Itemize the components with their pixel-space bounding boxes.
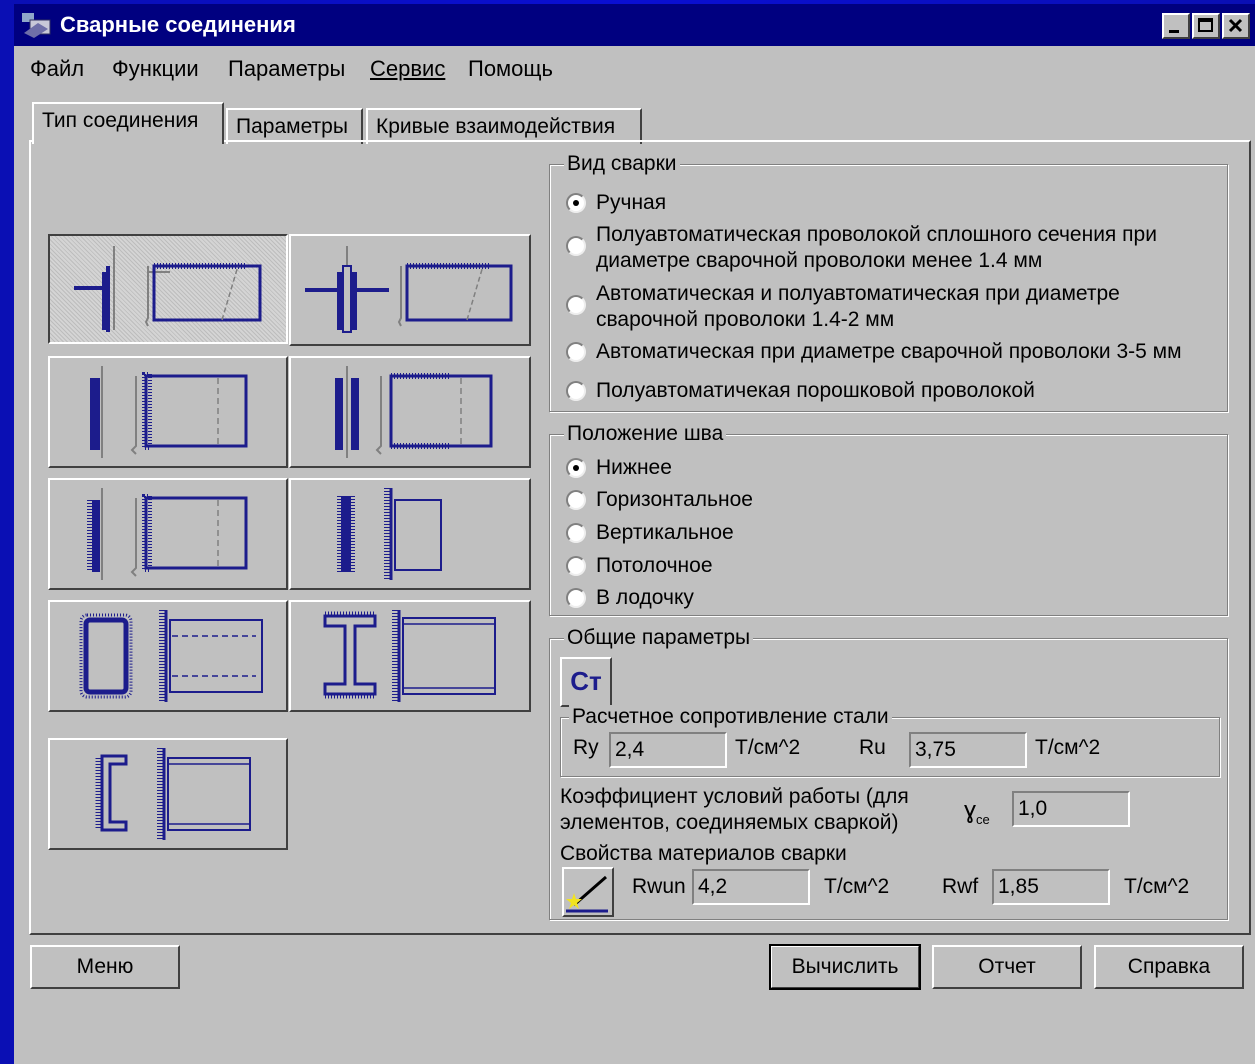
joint-type-3-icon: [90, 366, 248, 458]
radio-icon: [566, 381, 586, 401]
window-title: Сварные соединения: [60, 12, 296, 37]
radio-checked-icon: [566, 458, 586, 478]
title-bar[interactable]: Сварные соединения: [14, 4, 1255, 46]
work-coef-label-line2: элементов, соединяемых сваркой): [560, 811, 899, 834]
help-button[interactable]: Справка: [1094, 945, 1244, 989]
joint-type-7-icon: [79, 610, 263, 702]
radio-icon: [566, 490, 586, 510]
joint-type-2-icon: [305, 246, 513, 333]
weld-materials-button[interactable]: [562, 867, 614, 917]
ru-unit: Т/см^2: [1035, 736, 1101, 759]
weld-materials-label: Свойства материалов сварки: [560, 842, 847, 865]
joint-type-9-icon: [95, 748, 251, 840]
ry-label: Ry: [573, 736, 599, 759]
joint-type-6-icon: [337, 488, 442, 580]
close-button[interactable]: [1222, 13, 1250, 39]
rwun-unit: Т/см^2: [824, 875, 890, 898]
close-icon: [1228, 18, 1243, 33]
minimize-icon: [1169, 30, 1179, 33]
joint-type-4-icon: [335, 366, 493, 458]
joint-type-8[interactable]: [289, 600, 531, 712]
general-params-group: Общие параметры Ст Расчетное сопротивлен…: [549, 626, 1228, 920]
rwf-input[interactable]: 1,85: [992, 869, 1110, 905]
steel-resistance-label: Расчетное сопротивление стали: [569, 705, 892, 729]
weld-type-group-label: Вид сварки: [564, 152, 680, 176]
joint-type-5-icon: [87, 488, 248, 580]
menu-functions[interactable]: Функции: [112, 56, 199, 82]
steel-button[interactable]: Ст: [560, 657, 612, 707]
radio-icon: [566, 523, 586, 543]
joint-type-9[interactable]: [48, 738, 288, 850]
ry-unit: Т/см^2: [735, 736, 801, 759]
maximize-icon: [1198, 18, 1213, 32]
steel-resistance-group: Расчетное сопротивление стали Ry 2,4 Т/с…: [560, 705, 1220, 777]
app-icon: [22, 13, 51, 38]
ru-label: Ru: [859, 736, 886, 759]
joint-type-5[interactable]: [48, 478, 288, 590]
general-params-group-label: Общие параметры: [564, 626, 754, 650]
menu-parameters[interactable]: Параметры: [228, 56, 345, 82]
seam-position-group-label: Положение шва: [564, 422, 727, 446]
welding-electrode-icon: [566, 875, 608, 913]
rwun-input[interactable]: 4,2: [692, 869, 810, 905]
minimize-button[interactable]: [1162, 13, 1190, 39]
radio-icon: [566, 295, 586, 315]
joint-type-8-icon: [323, 610, 496, 702]
work-coef-input[interactable]: 1,0: [1012, 791, 1130, 827]
weld-type-group: Вид сварки Ручная Полуавтоматическая про…: [549, 152, 1228, 412]
radio-icon: [566, 236, 586, 256]
menu-button[interactable]: Меню: [30, 945, 180, 989]
radio-icon: [566, 588, 586, 608]
menu-service[interactable]: Сервис: [370, 56, 445, 82]
rwf-unit: Т/см^2: [1124, 875, 1190, 898]
joint-type-2[interactable]: [289, 234, 531, 346]
joint-type-1-icon: [74, 246, 262, 332]
radio-icon: [566, 342, 586, 362]
menu-file[interactable]: Файл: [30, 56, 84, 82]
ry-input[interactable]: 2,4: [609, 732, 727, 768]
work-coef-label-line1: Коэффициент условий работы (для: [560, 785, 909, 808]
gamma-ce-symbol: ɣce: [964, 797, 990, 827]
tab-parameters[interactable]: Параметры: [226, 108, 363, 144]
app-window: Сварные соединения Файл Функции Параметр…: [14, 4, 1255, 1064]
joint-type-1[interactable]: [48, 234, 288, 344]
joint-type-3[interactable]: [48, 356, 288, 468]
rwun-label: Rwun: [632, 875, 686, 898]
joint-type-7[interactable]: [48, 600, 288, 712]
rwf-label: Rwf: [942, 875, 979, 898]
menu-bar: Файл Функции Параметры Сервис Помощь: [14, 50, 1255, 88]
tab-connection-type[interactable]: Тип соединения: [32, 102, 224, 144]
radio-icon: [566, 556, 586, 576]
report-button[interactable]: Отчет: [932, 945, 1082, 989]
joint-type-6[interactable]: [289, 478, 531, 590]
joint-type-4[interactable]: [289, 356, 531, 468]
ru-input[interactable]: 3,75: [909, 732, 1027, 768]
seam-position-group: Положение шва Нижнее Горизонтальное Верт…: [549, 422, 1228, 616]
tab-interaction-curves[interactable]: Кривые взаимодействия: [366, 108, 642, 144]
maximize-button[interactable]: [1192, 13, 1220, 39]
radio-checked-icon: [566, 193, 586, 213]
calculate-button[interactable]: Вычислить: [769, 944, 921, 990]
menu-help[interactable]: Помощь: [468, 56, 553, 82]
